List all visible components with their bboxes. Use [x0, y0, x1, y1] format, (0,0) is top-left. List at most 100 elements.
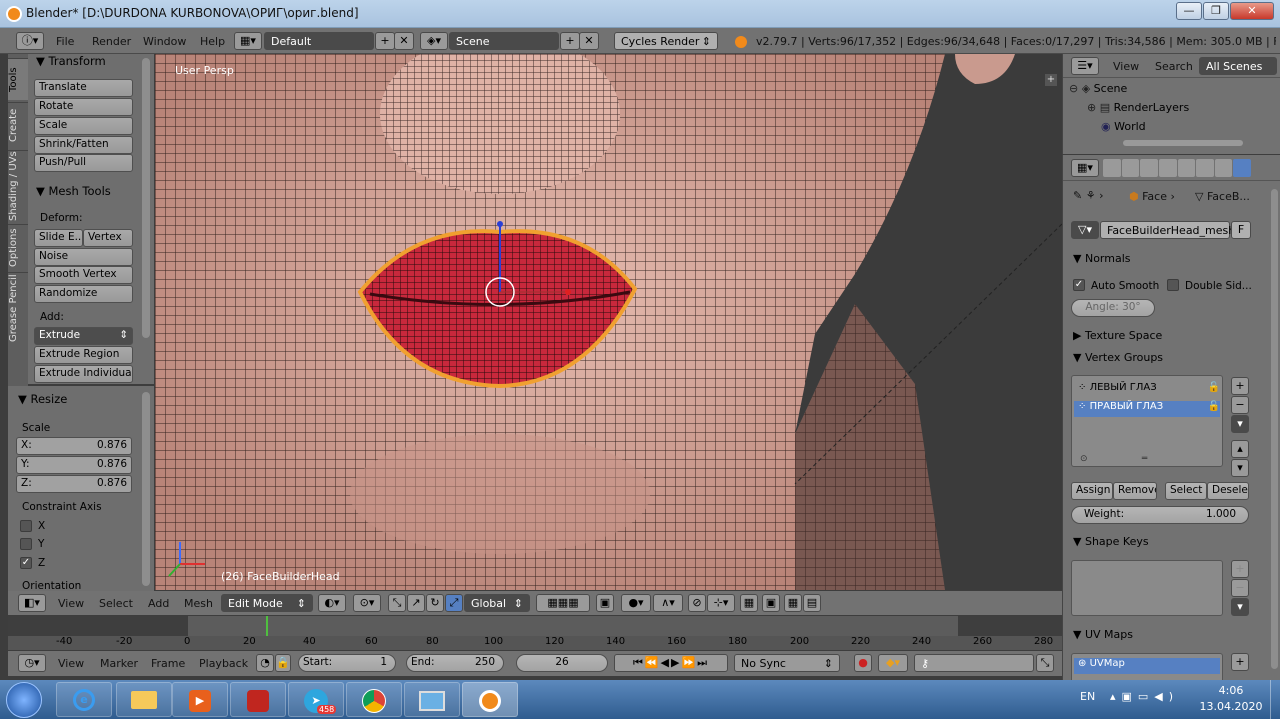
- add-vertex-group-icon[interactable]: +: [1231, 377, 1249, 395]
- add-scene-icon[interactable]: +: [560, 32, 580, 50]
- input-language[interactable]: EN: [1080, 690, 1095, 703]
- layout-name-field[interactable]: Default: [264, 32, 374, 50]
- add-shape-key-icon[interactable]: +: [1231, 560, 1249, 578]
- tab-options[interactable]: Options: [8, 224, 28, 270]
- maximize-button[interactable]: ❐: [1203, 2, 1229, 20]
- timeline[interactable]: -40 -20 0 20 40 60 80 100 120 140 160 18…: [8, 616, 1062, 650]
- move-group-down-icon[interactable]: ▾: [1231, 459, 1249, 477]
- constraint-x-checkbox[interactable]: [20, 520, 32, 532]
- scene-name-field[interactable]: Scene: [449, 32, 559, 50]
- constraint-y-checkbox[interactable]: [20, 538, 32, 550]
- remove-vertex-group-icon[interactable]: −: [1231, 396, 1249, 414]
- menu-window[interactable]: Window: [143, 35, 186, 48]
- start-frame-field[interactable]: Start: 1: [298, 654, 396, 672]
- render-image-icon[interactable]: ▦: [784, 594, 802, 612]
- snap-toggle-icon[interactable]: ⊘: [688, 594, 706, 612]
- shrink-fatten-button[interactable]: Shrink/Fatten: [34, 136, 133, 154]
- angle-field[interactable]: Angle: 30°: [1071, 299, 1155, 317]
- snap-element-icon[interactable]: ⊹▾: [707, 594, 735, 612]
- viewport-menu-view[interactable]: View: [58, 597, 84, 610]
- internet-explorer-icon[interactable]: e: [56, 682, 112, 717]
- uv-maps-panel-title[interactable]: ▼ UV Maps: [1073, 628, 1133, 641]
- deselect-button[interactable]: Desele...: [1207, 482, 1249, 500]
- active-keying-set-field[interactable]: ⚷: [914, 654, 1034, 672]
- viewport-menu-select[interactable]: Select: [99, 597, 133, 610]
- menu-help[interactable]: Help: [200, 35, 225, 48]
- falloff-icon[interactable]: ∧▾: [653, 594, 683, 612]
- chrome-icon[interactable]: [346, 682, 402, 717]
- acrobat-icon[interactable]: [230, 682, 286, 717]
- add-layout-icon[interactable]: +: [375, 32, 395, 50]
- render-tab-icon[interactable]: [1103, 159, 1121, 177]
- remove-shape-key-icon[interactable]: −: [1231, 579, 1249, 597]
- outliner-menu-search[interactable]: Search: [1155, 60, 1193, 73]
- vertex-group-item-active[interactable]: ⁘ ПРАВЫЙ ГЛАЗ 🔓: [1074, 401, 1220, 417]
- outliner-scrollbar[interactable]: [1123, 140, 1243, 146]
- rotate-manipulator-icon[interactable]: ↻: [426, 594, 444, 612]
- preview-range-icon[interactable]: ◔: [256, 654, 274, 672]
- shape-key-specials-icon[interactable]: ▾: [1231, 598, 1249, 616]
- file-explorer-icon[interactable]: [116, 682, 172, 717]
- randomize-button[interactable]: Randomize: [34, 285, 133, 303]
- timeline-editor-type-button[interactable]: ◷▾: [18, 654, 46, 672]
- texture-space-panel-title[interactable]: ▶ Texture Space: [1073, 329, 1162, 342]
- timeline-menu-playback[interactable]: Playback: [199, 657, 248, 670]
- current-frame-marker[interactable]: [266, 616, 268, 636]
- menu-render[interactable]: Render: [92, 35, 131, 48]
- lock-range-icon[interactable]: 🔒: [275, 654, 291, 672]
- extrude-individual-button[interactable]: Extrude Individual: [34, 365, 133, 383]
- scale-x-field[interactable]: X: 0.876: [16, 437, 132, 455]
- scale-manipulator-icon[interactable]: ⤢: [445, 594, 463, 612]
- resize-panel-title[interactable]: ▼ Resize: [18, 392, 67, 406]
- tray-icons[interactable]: ▴▣▭◀): [1110, 690, 1179, 703]
- world-tab-icon[interactable]: [1158, 159, 1177, 177]
- noise-button[interactable]: Noise: [34, 248, 133, 266]
- vertex-group-item[interactable]: ⁘ ЛЕВЫЙ ГЛАЗ 🔓: [1074, 382, 1220, 398]
- fake-user-button[interactable]: F: [1231, 221, 1251, 239]
- shape-keys-panel-title[interactable]: ▼ Shape Keys: [1073, 535, 1149, 548]
- remove-scene-icon[interactable]: ✕: [579, 32, 599, 50]
- list-resize-handle-icon[interactable]: ⊙ ═: [1080, 454, 1147, 464]
- tab-grease-pencil[interactable]: Grease Pencil: [8, 272, 28, 344]
- manipulator-toggle-icon[interactable]: ⤡: [388, 594, 406, 612]
- properties-pin-icon[interactable]: ✎ ⚘ ›: [1073, 189, 1103, 202]
- clock-date[interactable]: 13.04.2020: [1196, 700, 1266, 713]
- 3d-viewport[interactable]: User Persp (26) FaceBuilderHead +: [155, 54, 1062, 590]
- blender-taskbar-icon[interactable]: [462, 682, 518, 717]
- outliner-renderlayers-row[interactable]: ⊕ ▤ RenderLayers: [1087, 101, 1267, 119]
- push-pull-button[interactable]: Push/Pull: [34, 154, 133, 172]
- tab-tools[interactable]: Tools: [8, 58, 28, 100]
- tab-create[interactable]: Create: [8, 102, 28, 148]
- auto-smooth-checkbox[interactable]: ✓: [1073, 279, 1085, 291]
- weight-field[interactable]: Weight: 1.000: [1071, 506, 1249, 524]
- remove-layout-icon[interactable]: ✕: [394, 32, 414, 50]
- insert-keyframe-icon[interactable]: ⤡: [1036, 654, 1054, 672]
- pivot-point-icon[interactable]: ⊙▾: [353, 594, 381, 612]
- add-uv-map-icon[interactable]: +: [1231, 653, 1249, 671]
- extrude-dropdown[interactable]: Extrude ⇕: [34, 327, 133, 345]
- normals-panel-title[interactable]: ▼ Normals: [1073, 252, 1131, 265]
- double-sided-checkbox[interactable]: [1167, 279, 1179, 291]
- uv-map-item[interactable]: ⊛ UVMap: [1074, 658, 1220, 674]
- viewport-properties-toggle-icon[interactable]: +: [1045, 74, 1057, 86]
- outliner-world-row[interactable]: ◉ World: [1101, 120, 1261, 138]
- tool-shelf-scrollbar[interactable]: [142, 58, 150, 338]
- select-button[interactable]: Select: [1165, 482, 1207, 500]
- mesh-name-field[interactable]: FaceBuilderHead_mesh: [1100, 221, 1235, 239]
- operator-panel-scrollbar[interactable]: [142, 392, 150, 586]
- viewport-menu-add[interactable]: Add: [148, 597, 169, 610]
- outliner-filter-select[interactable]: All Scenes: [1199, 57, 1277, 75]
- vertex-slide-button[interactable]: Vertex: [83, 229, 133, 247]
- scale-z-field[interactable]: Z: 0.876: [16, 475, 132, 493]
- timeline-menu-view[interactable]: View: [58, 657, 84, 670]
- editor-type-button[interactable]: ⓘ▾: [16, 32, 44, 50]
- snap-target-icon[interactable]: ▦: [740, 594, 758, 612]
- layer-buttons[interactable]: ▦▦▦: [536, 594, 590, 612]
- scene-browse-button[interactable]: ◈▾: [420, 32, 448, 50]
- scale-y-field[interactable]: Y: 0.876: [16, 456, 132, 474]
- assign-button[interactable]: Assign: [1071, 482, 1113, 500]
- auto-keying-icon[interactable]: ●: [854, 654, 872, 672]
- scene-tab-icon[interactable]: [1140, 159, 1158, 177]
- playback-controls[interactable]: ⏮⏪◀▶⏩⏭: [614, 654, 728, 672]
- properties-editor-type-button[interactable]: ▦▾: [1071, 159, 1099, 177]
